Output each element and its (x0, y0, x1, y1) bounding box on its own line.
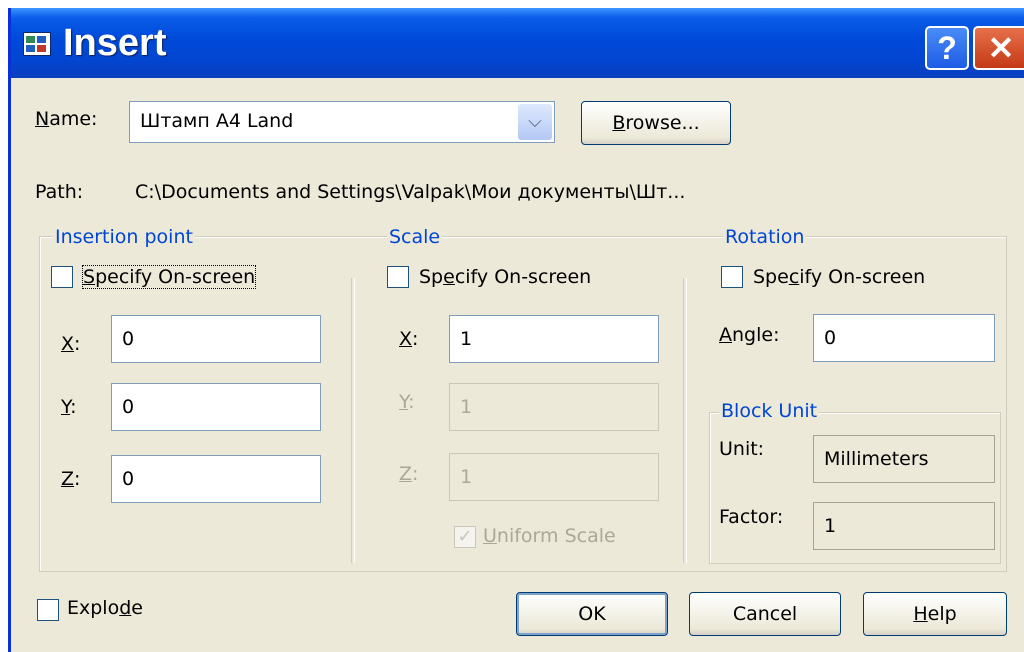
scale-y-field: 1 (449, 383, 659, 431)
scale-z-label: Z: (399, 463, 419, 485)
help-title-button[interactable]: ? (925, 26, 969, 70)
app-icon (23, 32, 51, 56)
scale-x-label: X: (399, 328, 419, 350)
insertion-x-field[interactable]: 0 (111, 315, 321, 363)
rotation-specify-checkbox[interactable] (721, 266, 743, 288)
insertion-y-field[interactable]: 0 (111, 383, 321, 431)
scale-specify-checkbox[interactable] (387, 266, 409, 288)
separator-2 (683, 278, 687, 563)
insertion-z-field[interactable]: 0 (111, 455, 321, 503)
unit-label: Unit: (719, 438, 765, 460)
factor-value: 1 (813, 502, 995, 550)
name-label: Name: (35, 108, 98, 130)
separator-1 (351, 278, 355, 563)
insertion-point-title: Insertion point (53, 226, 195, 248)
block-unit-title: Block Unit (719, 400, 820, 422)
path-label: Path: (35, 181, 84, 203)
dialog-title: Insert (63, 22, 167, 64)
name-combobox[interactable]: Штамп A4 Land ⌵ (129, 101, 555, 143)
unit-value: Millimeters (813, 435, 995, 483)
angle-field[interactable]: 0 (813, 314, 995, 362)
insertion-specify-checkbox[interactable] (51, 266, 73, 288)
scale-y-label: Y: (399, 391, 415, 413)
insertion-specify-label[interactable]: Specify On-screen (81, 265, 257, 289)
cancel-button[interactable]: Cancel (689, 592, 841, 636)
scale-specify-label[interactable]: Specify On-screen (419, 266, 591, 288)
name-value: Штамп A4 Land (140, 110, 294, 132)
close-icon: ✕ (987, 30, 1015, 66)
uniform-scale-checkbox: ✓ (454, 526, 476, 548)
question-icon: ? (937, 30, 957, 66)
angle-label: Angle: (719, 324, 780, 346)
close-button[interactable]: ✕ (973, 26, 1024, 70)
explode-label[interactable]: Explode (67, 597, 143, 619)
factor-label: Factor: (719, 506, 784, 528)
path-value: C:\Documents and Settings\Valpak\Мои док… (135, 181, 686, 203)
help-button[interactable]: Help (863, 592, 1007, 636)
chevron-down-icon[interactable]: ⌵ (518, 104, 552, 140)
scale-z-field: 1 (449, 453, 659, 501)
title-bar[interactable]: Insert ? ✕ (11, 8, 1024, 78)
uniform-scale-label: Uniform Scale (483, 525, 616, 547)
scale-x-field[interactable]: 1 (449, 315, 659, 363)
insertion-y-label: Y: (61, 396, 77, 418)
ok-button[interactable]: OK (516, 592, 668, 636)
dialog-body: Name: Штамп A4 Land ⌵ Browse... Path: C:… (11, 78, 1024, 652)
insertion-z-label: Z: (61, 468, 81, 490)
insert-dialog: Insert ? ✕ Name: Штамп A4 Land ⌵ Browse.… (8, 8, 1024, 652)
browse-button[interactable]: Browse... (581, 101, 731, 145)
scale-title: Scale (387, 226, 443, 248)
insertion-x-label: X: (61, 333, 81, 355)
explode-checkbox[interactable] (37, 599, 59, 621)
rotation-title: Rotation (723, 226, 807, 248)
rotation-specify-label[interactable]: Specify On-screen (753, 266, 925, 288)
